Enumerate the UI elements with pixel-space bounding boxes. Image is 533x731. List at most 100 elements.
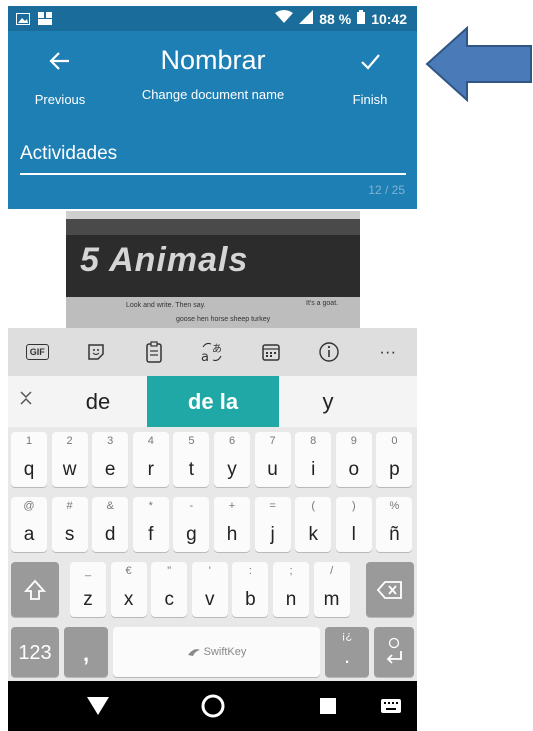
- key-i[interactable]: 8i: [295, 432, 332, 487]
- finish-button[interactable]: Finish: [340, 41, 400, 108]
- key-hint: #: [66, 500, 73, 512]
- status-bar: 88 % 10:42: [8, 6, 417, 31]
- key-hint: ¡¿: [341, 630, 353, 642]
- key-b[interactable]: :b: [232, 562, 269, 617]
- key-e[interactable]: 3e: [92, 432, 129, 487]
- numbers-key[interactable]: 123: [11, 627, 59, 677]
- comma-key[interactable]: ,: [64, 627, 108, 677]
- key-j[interactable]: = j: [254, 497, 291, 552]
- key-hint: 6: [228, 435, 236, 447]
- clipboard-icon: [146, 341, 162, 363]
- recents-nav-button[interactable]: [308, 681, 348, 731]
- suggestion-2-highlighted[interactable]: de la: [147, 376, 279, 427]
- key-v[interactable]: ' v: [191, 562, 228, 617]
- key-z[interactable]: _ z: [70, 562, 106, 617]
- key-hint: :: [248, 565, 252, 577]
- gallery-notification-icon: [38, 12, 52, 30]
- key-hint: 4: [147, 435, 154, 447]
- key-x[interactable]: € x: [110, 562, 147, 617]
- period-key[interactable]: ¡¿.: [325, 627, 369, 677]
- key-hint: /: [330, 565, 334, 577]
- space-key[interactable]: SwiftKey: [113, 627, 320, 677]
- key-label: t: [188, 459, 195, 480]
- key-label: c: [164, 589, 174, 610]
- key-label: k: [308, 524, 318, 545]
- preview-words: goose hen horse sheep turkey: [176, 316, 271, 323]
- key-g[interactable]: -g: [173, 497, 210, 552]
- key-hint: 3: [107, 435, 114, 447]
- home-nav-button[interactable]: [193, 681, 233, 731]
- key-c[interactable]: " c: [151, 562, 188, 617]
- wifi-icon: [275, 10, 294, 27]
- annotation-arrow-icon: [425, 26, 532, 102]
- keyboard: GIF aあ ··· de de la y 1 q 2 w 3 e 4 r 5 …: [8, 328, 417, 681]
- key-u[interactable]: 7u: [254, 432, 291, 487]
- calendar-button[interactable]: [256, 337, 286, 367]
- key-label: p: [389, 459, 400, 480]
- key-m[interactable]: / m: [313, 562, 350, 617]
- key-a[interactable]: @ a: [11, 497, 47, 552]
- document-preview-image: 5 Animals Look and write. Then say. It's…: [66, 211, 360, 328]
- key-s[interactable]: # s: [51, 497, 88, 552]
- translate-icon: aあ: [201, 342, 222, 363]
- key-p[interactable]: 0p: [376, 432, 413, 487]
- key-f[interactable]: * f: [132, 497, 169, 552]
- key-hint: -: [189, 500, 194, 512]
- key-label: s: [64, 524, 75, 545]
- key-label: 123: [18, 642, 52, 664]
- key-h[interactable]: + h: [214, 497, 250, 552]
- key-label: z: [83, 589, 93, 610]
- key-n[interactable]: ; n: [273, 562, 309, 617]
- more-button[interactable]: ···: [373, 337, 403, 367]
- key-hint: ): [351, 500, 356, 512]
- key-hint: ;: [289, 565, 293, 577]
- key-label: o: [348, 459, 360, 480]
- key-label: d: [104, 524, 116, 545]
- shift-key[interactable]: [11, 562, 59, 617]
- title-block: Nombrar Change document name: [128, 43, 298, 103]
- previous-button[interactable]: Previous: [30, 41, 90, 108]
- character-counter: 12 / 25: [368, 183, 405, 197]
- suggestion-3[interactable]: y: [278, 376, 378, 427]
- key-hint: 1: [25, 435, 33, 447]
- backspace-key[interactable]: [366, 562, 414, 617]
- sticker-button[interactable]: [81, 337, 111, 367]
- key-d[interactable]: & d: [92, 497, 129, 552]
- swiftkey-logo: SwiftKey: [113, 627, 320, 677]
- key-hint: 2: [66, 435, 73, 447]
- info-button[interactable]: [314, 337, 344, 367]
- key-hint: 5: [188, 435, 195, 447]
- key-label: ñ: [389, 524, 400, 545]
- key-label: g: [186, 524, 197, 545]
- key-label: ,: [82, 641, 90, 666]
- key-k[interactable]: (k: [295, 497, 332, 552]
- key-q[interactable]: 1q: [11, 432, 47, 487]
- battery-icon: [357, 10, 366, 27]
- svg-text:a: a: [201, 350, 209, 363]
- key-o[interactable]: 9o: [335, 432, 372, 487]
- keyboard-switch-button[interactable]: [376, 681, 406, 731]
- key-label: u: [267, 459, 278, 480]
- clipboard-button[interactable]: [139, 337, 169, 367]
- back-triangle-icon: [87, 697, 109, 715]
- gif-button[interactable]: GIF: [22, 337, 52, 367]
- back-nav-button[interactable]: [78, 681, 118, 731]
- key-r[interactable]: 4r: [132, 432, 169, 487]
- key-y[interactable]: 6y: [214, 432, 250, 487]
- key-t[interactable]: 5t: [173, 432, 210, 487]
- enter-key[interactable]: [374, 627, 414, 677]
- finish-label: Finish: [352, 92, 388, 107]
- key-w[interactable]: 2w: [51, 432, 88, 487]
- key-hint: (: [311, 500, 316, 512]
- key-label: y: [227, 459, 237, 480]
- suggestion-1[interactable]: de: [48, 376, 148, 427]
- preview-heading: 5 Animals: [80, 241, 249, 279]
- key-label: e: [104, 459, 116, 480]
- key-l[interactable]: ) l: [335, 497, 372, 552]
- key-label: f: [148, 524, 154, 545]
- key-ñ[interactable]: % ñ: [376, 497, 413, 552]
- document-name-input[interactable]: [20, 135, 406, 175]
- gif-icon: GIF: [25, 344, 49, 360]
- collapse-chevron-icon[interactable]: [14, 376, 38, 427]
- translate-button[interactable]: aあ: [197, 337, 227, 367]
